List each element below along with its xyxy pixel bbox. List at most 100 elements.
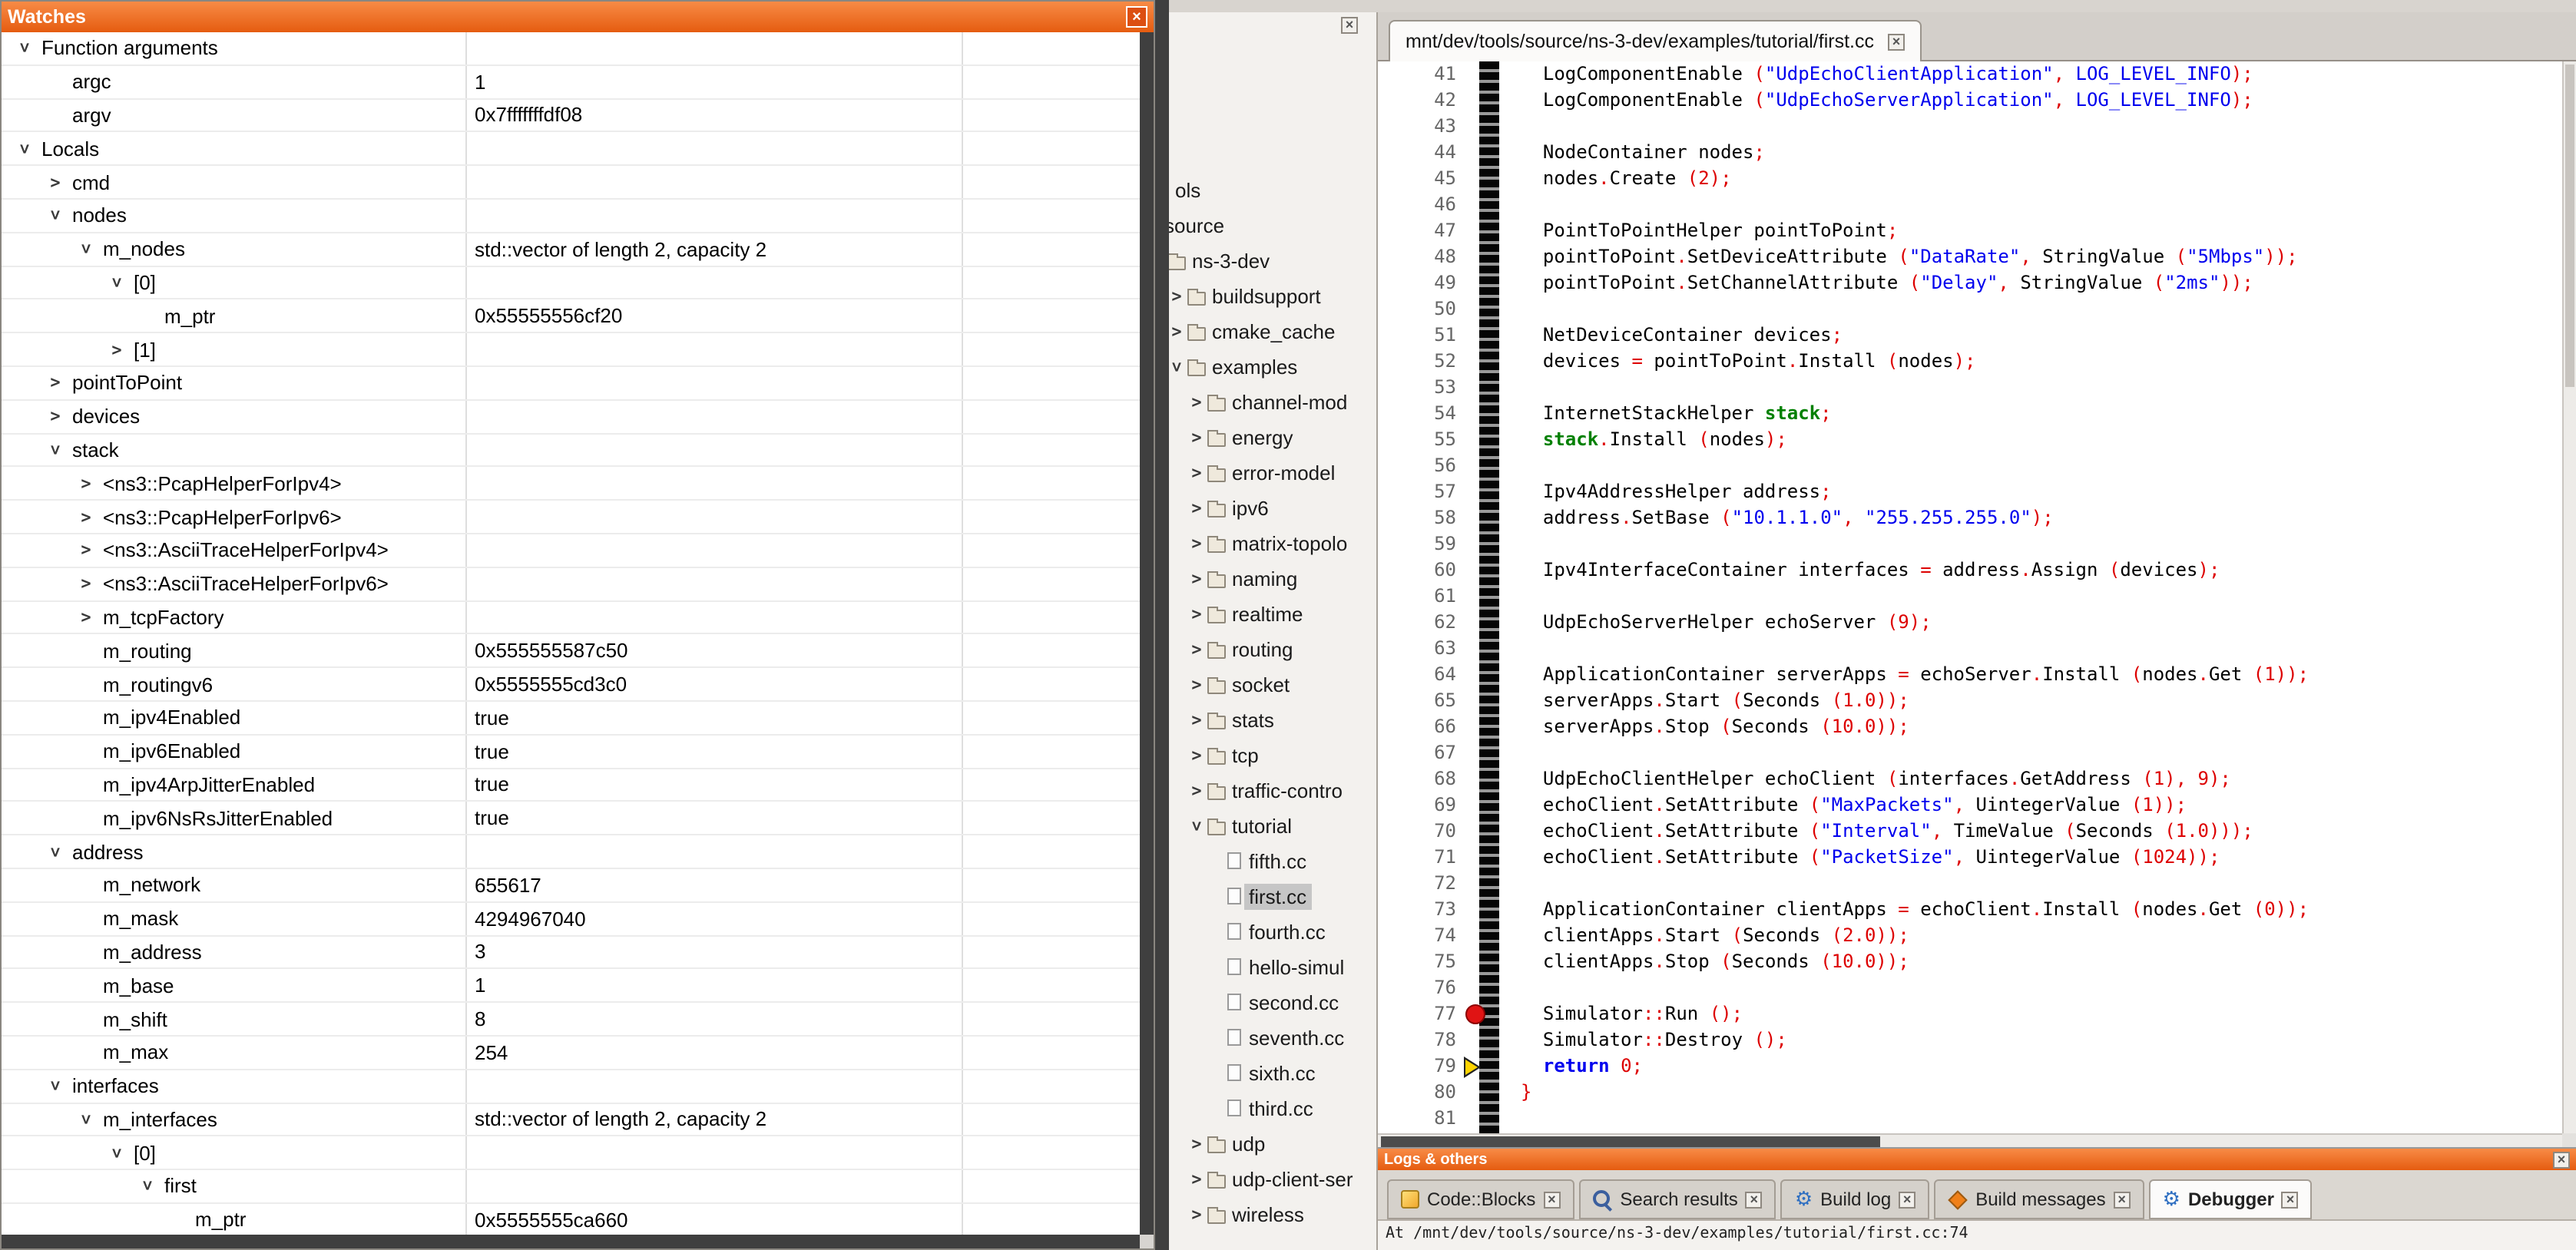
chevron-down-icon[interactable]: > — [45, 842, 65, 861]
logs-tab-build-log[interactable]: ⚙Build log× — [1781, 1179, 1929, 1219]
chevron-right-icon[interactable]: > — [1169, 286, 1186, 306]
chevron-down-icon[interactable]: > — [15, 39, 35, 58]
code-line[interactable]: 41 LogComponentEnable ("UdpEchoClientApp… — [1378, 61, 2562, 88]
tree-item-folder[interactable]: >traffic-contro — [1169, 772, 1376, 808]
chevron-right-icon[interactable]: > — [1187, 639, 1206, 659]
close-icon[interactable]: × — [2282, 1191, 2299, 1208]
close-icon[interactable]: × — [1126, 6, 1147, 28]
watch-row[interactable]: ><ns3::PcapHelperForIpv4> — [2, 468, 1140, 501]
tree-item-folder[interactable]: >examples — [1169, 349, 1376, 384]
watch-row[interactable]: m_ptr0x55555556cf20 — [2, 300, 1140, 334]
chevron-right-icon[interactable]: > — [1187, 780, 1206, 800]
code-line[interactable]: 73 ApplicationContainer clientApps = ech… — [1378, 897, 2562, 923]
editor-horizontal-scrollbar[interactable] — [1378, 1133, 2562, 1147]
code-line[interactable]: 44 NodeContainer nodes; — [1378, 140, 2562, 166]
editor-horizontal-scrollbar-thumb[interactable] — [1381, 1136, 1880, 1147]
tree-item-file[interactable]: fifth.cc — [1169, 843, 1376, 878]
watch-row[interactable]: >[1] — [2, 333, 1140, 367]
tree-item-folder[interactable]: >cmake_cache — [1169, 313, 1376, 349]
tree-item-folder[interactable]: >channel-mod — [1169, 384, 1376, 419]
tree-item-folder[interactable]: >energy — [1169, 419, 1376, 455]
chevron-right-icon[interactable]: > — [77, 607, 95, 627]
code-line[interactable]: 64 ApplicationContainer serverApps = ech… — [1378, 662, 2562, 688]
tree-item-folder[interactable]: source — [1169, 207, 1376, 243]
chevron-down-icon[interactable]: > — [15, 140, 35, 158]
chevron-right-icon[interactable]: > — [1187, 568, 1206, 588]
watches-titlebar[interactable]: Watches × — [2, 2, 1154, 32]
chevron-down-icon[interactable]: > — [76, 240, 96, 258]
code-line[interactable]: 53 — [1378, 375, 2562, 401]
code-line[interactable]: 58 address.SetBase ("10.1.1.0", "255.255… — [1378, 505, 2562, 531]
watch-row[interactable]: m_network655617 — [2, 869, 1140, 903]
watch-row[interactable]: m_ipv6NsRsJitterEnabledtrue — [2, 802, 1140, 836]
tree-item-folder[interactable]: ols — [1169, 172, 1376, 207]
chevron-right-icon[interactable]: > — [108, 339, 126, 359]
tree-item-file[interactable]: second.cc — [1169, 984, 1376, 1020]
close-icon[interactable]: × — [1899, 1191, 1915, 1208]
code-line[interactable]: 42 LogComponentEnable ("UdpEchoServerApp… — [1378, 88, 2562, 114]
chevron-right-icon[interactable]: > — [1187, 674, 1206, 694]
tree-item-folder[interactable]: >ns-3-dev — [1169, 243, 1376, 278]
code-line[interactable]: 45 nodes.Create (2); — [1378, 166, 2562, 192]
logs-tab-debugger[interactable]: ⚙Debugger× — [2149, 1179, 2313, 1219]
code-line[interactable]: 79 return 0; — [1378, 1053, 2562, 1080]
tree-item-folder[interactable]: >udp — [1169, 1126, 1376, 1161]
watch-row[interactable]: m_base1 — [2, 970, 1140, 1004]
code-line[interactable]: 46 — [1378, 192, 2562, 218]
tree-item-folder[interactable]: >socket — [1169, 666, 1376, 702]
tree-item-folder[interactable]: >routing — [1169, 631, 1376, 666]
watch-row[interactable]: ><ns3::AsciiTraceHelperForIpv4> — [2, 534, 1140, 568]
logs-tab-search-results[interactable]: Search results× — [1578, 1179, 1776, 1219]
chevron-right-icon[interactable]: > — [46, 373, 65, 393]
chevron-down-icon[interactable]: > — [76, 1110, 96, 1129]
code-line[interactable]: 63 — [1378, 636, 2562, 662]
watch-row[interactable]: >stack — [2, 434, 1140, 468]
tree-item-folder[interactable]: >naming — [1169, 561, 1376, 596]
watch-row[interactable]: argc1 — [2, 66, 1140, 100]
code-line[interactable]: 59 — [1378, 531, 2562, 557]
chevron-right-icon[interactable]: > — [1187, 392, 1206, 412]
chevron-right-icon[interactable]: > — [77, 574, 95, 594]
code-line[interactable]: 80} — [1378, 1080, 2562, 1106]
close-icon[interactable]: × — [2114, 1191, 2131, 1208]
watch-row[interactable]: m_address3 — [2, 936, 1140, 970]
chevron-right-icon[interactable]: > — [1187, 1169, 1206, 1189]
editor-vertical-scrollbar-thumb[interactable] — [2565, 64, 2574, 387]
chevron-right-icon[interactable]: > — [1187, 604, 1206, 623]
chevron-down-icon[interactable]: > — [107, 1143, 127, 1162]
chevron-right-icon[interactable]: > — [1187, 1133, 1206, 1153]
code-line[interactable]: 78 Simulator::Destroy (); — [1378, 1027, 2562, 1053]
watch-row[interactable]: >Function arguments — [2, 32, 1140, 66]
code-line[interactable]: 60 Ipv4InterfaceContainer interfaces = a… — [1378, 557, 2562, 584]
code-line[interactable]: 76 — [1378, 975, 2562, 1001]
watches-vertical-scrollbar[interactable] — [1140, 32, 1154, 1235]
code-line[interactable]: 54 InternetStackHelper stack; — [1378, 401, 2562, 427]
chevron-right-icon[interactable]: > — [1169, 321, 1186, 341]
code-line[interactable]: 66 serverApps.Stop (Seconds (10.0)); — [1378, 714, 2562, 740]
logs-titlebar[interactable]: Logs & others × — [1378, 1149, 2576, 1170]
chevron-right-icon[interactable]: > — [1187, 462, 1206, 482]
close-icon[interactable]: × — [2553, 1151, 2570, 1168]
tree-item-file[interactable]: sixth.cc — [1169, 1055, 1376, 1090]
chevron-right-icon[interactable]: > — [46, 406, 65, 426]
chevron-right-icon[interactable]: > — [1187, 498, 1206, 518]
chevron-down-icon[interactable]: > — [45, 207, 65, 225]
watches-horizontal-scrollbar[interactable] — [2, 1235, 1140, 1248]
chevron-down-icon[interactable]: > — [137, 1177, 157, 1195]
code-line[interactable]: 47 PointToPointHelper pointToPoint; — [1378, 218, 2562, 244]
chevron-right-icon[interactable]: > — [1187, 533, 1206, 553]
close-icon[interactable]: × — [1341, 17, 1358, 34]
chevron-right-icon[interactable]: > — [1187, 427, 1206, 447]
tree-item-folder[interactable]: >tutorial — [1169, 808, 1376, 843]
code-line[interactable]: 43 — [1378, 114, 2562, 140]
tree-item-folder[interactable]: >error-model — [1169, 455, 1376, 490]
code-line[interactable]: 72 — [1378, 871, 2562, 897]
tree-item-folder[interactable]: >buildsupport — [1169, 278, 1376, 313]
chevron-down-icon[interactable]: > — [45, 441, 65, 459]
tree-item-folder[interactable]: >tcp — [1169, 737, 1376, 772]
watch-row[interactable]: m_routingv60x5555555cd3c0 — [2, 668, 1140, 702]
breakpoint-icon[interactable] — [1465, 1004, 1485, 1024]
code-line[interactable]: 48 pointToPoint.SetDeviceAttribute ("Dat… — [1378, 244, 2562, 270]
tree-item-folder[interactable]: >matrix-topolo — [1169, 525, 1376, 561]
watch-row[interactable]: ><ns3::AsciiTraceHelperForIpv6> — [2, 568, 1140, 602]
